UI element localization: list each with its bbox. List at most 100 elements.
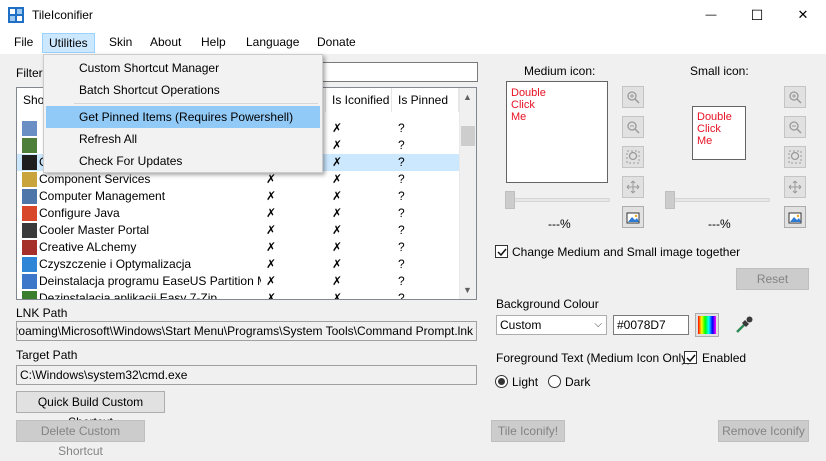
app-icon[interactable] bbox=[8, 7, 24, 23]
list-row-is-iconified: ✗ bbox=[332, 121, 343, 135]
list-row-is-iconified: ✗ bbox=[332, 223, 343, 237]
scroll-thumb[interactable] bbox=[461, 126, 475, 146]
list-row-iconified-mark: ✗ bbox=[266, 291, 277, 300]
list-row[interactable]: Configure Java ✗ ✗? bbox=[17, 205, 459, 222]
column-header-is-iconified[interactable]: Is Iconified bbox=[326, 88, 392, 112]
medium-zoom-slider-thumb[interactable] bbox=[505, 191, 515, 209]
maximize-button[interactable]: ☐ bbox=[734, 0, 780, 30]
list-row-is-pinned: ? bbox=[398, 223, 405, 237]
list-row-is-pinned: ? bbox=[398, 138, 405, 152]
change-together-label[interactable]: Change Medium and Small image together bbox=[512, 245, 740, 259]
menu-file[interactable]: File bbox=[8, 33, 39, 53]
list-row-iconified-mark: ✗ bbox=[266, 189, 277, 203]
list-row-is-iconified: ✗ bbox=[332, 291, 343, 300]
small-icon-label: Small icon: bbox=[690, 64, 749, 78]
menu-language[interactable]: Language bbox=[240, 33, 305, 53]
list-row-is-pinned: ? bbox=[398, 206, 405, 220]
zoom-fit-icon bbox=[788, 150, 802, 164]
medium-zoom-out-button[interactable] bbox=[622, 116, 644, 138]
list-row[interactable]: Component Services ✗ ✗? bbox=[17, 171, 459, 188]
foreground-light-radio[interactable] bbox=[495, 375, 508, 388]
scroll-down-icon[interactable]: ▼ bbox=[463, 285, 472, 295]
list-row-name: Dezinstalacja aplikacji Easy 7-Zip bbox=[39, 291, 218, 300]
small-zoom-slider-thumb[interactable] bbox=[665, 191, 675, 209]
list-row-is-pinned: ? bbox=[398, 274, 405, 288]
zoom-in-icon bbox=[789, 91, 802, 104]
medium-zoom-percent: ---% bbox=[548, 217, 571, 231]
menu-item-batch-shortcut-operations[interactable]: Batch Shortcut Operations bbox=[46, 79, 320, 101]
creative-alchemy-icon bbox=[22, 240, 37, 255]
medium-zoom-fit-button[interactable] bbox=[622, 146, 644, 168]
foreground-light-label[interactable]: Light bbox=[512, 375, 538, 389]
menu-item-check-for-updates[interactable]: Check For Updates bbox=[46, 150, 320, 172]
zoom-out-icon bbox=[789, 121, 802, 134]
foreground-enabled-checkbox[interactable] bbox=[684, 351, 697, 364]
list-row-is-iconified: ✗ bbox=[332, 172, 343, 186]
small-zoom-fit-button[interactable] bbox=[784, 146, 806, 168]
move-icon bbox=[788, 180, 802, 194]
list-row-iconified-mark: ✗ bbox=[266, 257, 277, 271]
list-row-name: Computer Management bbox=[39, 189, 166, 203]
list-row-name: Cooler Master Portal bbox=[39, 223, 150, 237]
small-icon-preview[interactable]: Double Click Me bbox=[692, 106, 746, 160]
list-vertical-scrollbar[interactable]: ▲ ▼ bbox=[459, 88, 476, 299]
medium-zoom-slider-track[interactable] bbox=[510, 198, 610, 202]
medium-center-button[interactable] bbox=[622, 176, 644, 198]
background-colour-label: Background Colour bbox=[496, 297, 599, 311]
menu-skin[interactable]: Skin bbox=[103, 33, 138, 53]
menu-item-refresh-all[interactable]: Refresh All bbox=[46, 128, 320, 150]
background-colour-select[interactable]: Custom ⌵ bbox=[496, 315, 607, 335]
menu-item-custom-shortcut-manager[interactable]: Custom Shortcut Manager bbox=[46, 57, 320, 79]
small-zoom-in-button[interactable] bbox=[784, 86, 806, 108]
menu-utilities[interactable]: Utilities bbox=[42, 33, 95, 53]
scroll-up-icon[interactable]: ▲ bbox=[463, 92, 472, 102]
lnk-path-field[interactable]: ppData\Roaming\Microsoft\Windows\Start M… bbox=[16, 321, 477, 341]
minimize-button[interactable]: — bbox=[688, 0, 734, 30]
foreground-enabled-label[interactable]: Enabled bbox=[702, 351, 746, 365]
list-row[interactable]: Creative ALchemy ✗ ✗? bbox=[17, 239, 459, 256]
list-row[interactable]: Dezinstalacja aplikacji Easy 7-Zip ✗ ✗? bbox=[17, 290, 459, 300]
change-together-checkbox[interactable] bbox=[495, 245, 508, 258]
cleanup-icon bbox=[22, 257, 37, 272]
foreground-dark-label[interactable]: Dark bbox=[565, 375, 590, 389]
target-path-field[interactable]: C:\Windows\system32\cmd.exe bbox=[16, 365, 477, 385]
small-image-button[interactable] bbox=[784, 206, 806, 228]
list-row-name: Czyszczenie i Optymalizacja bbox=[39, 257, 192, 271]
small-zoom-slider-track[interactable] bbox=[670, 198, 770, 202]
small-center-button[interactable] bbox=[784, 176, 806, 198]
command-prompt-icon bbox=[22, 155, 37, 170]
app-icon bbox=[22, 138, 37, 153]
background-hex-input[interactable]: #0078D7 bbox=[613, 315, 689, 335]
remove-iconify-button[interactable]: Remove Iconify bbox=[718, 420, 809, 442]
medium-icon-preview[interactable]: Double Click Me bbox=[506, 81, 608, 183]
tile-iconify-button[interactable]: Tile Iconify! bbox=[491, 420, 565, 442]
quick-build-button[interactable]: Quick Build Custom Shortcut bbox=[16, 391, 165, 429]
reset-button[interactable]: Reset bbox=[736, 268, 809, 290]
list-row[interactable]: Deinstalacja programu EaseUS Partition M… bbox=[17, 273, 459, 290]
menu-donate[interactable]: Donate bbox=[311, 33, 362, 53]
list-row-is-pinned: ? bbox=[398, 240, 405, 254]
medium-image-button[interactable] bbox=[622, 206, 644, 228]
column-header-is-pinned[interactable]: Is Pinned bbox=[392, 88, 459, 112]
list-row-iconified-mark: ✗ bbox=[266, 240, 277, 254]
foreground-dark-radio[interactable] bbox=[548, 375, 561, 388]
delete-custom-shortcut-button[interactable]: Delete Custom Shortcut bbox=[16, 420, 145, 458]
filter-label: Filter bbox=[16, 66, 43, 80]
close-button[interactable]: ✕ bbox=[780, 0, 826, 30]
menu-about[interactable]: About bbox=[144, 33, 187, 53]
medium-icon-label: Medium icon: bbox=[524, 64, 596, 78]
menu-help[interactable]: Help bbox=[195, 33, 232, 53]
component-services-icon bbox=[22, 172, 37, 187]
filter-input[interactable] bbox=[320, 62, 478, 82]
list-row[interactable]: Czyszczenie i Optymalizacja ✗ ✗? bbox=[17, 256, 459, 273]
cooler-master-icon bbox=[22, 223, 37, 238]
radio-selected-dot bbox=[498, 378, 505, 385]
list-row[interactable]: Computer Management ✗ ✗? bbox=[17, 188, 459, 205]
colour-picker-button[interactable] bbox=[695, 313, 719, 337]
menu-item-get-pinned-items[interactable]: Get Pinned Items (Requires Powershell) bbox=[46, 106, 320, 128]
list-row[interactable]: Cooler Master Portal ✗ ✗? bbox=[17, 222, 459, 239]
eyedropper-button[interactable] bbox=[733, 314, 755, 336]
list-row-is-iconified: ✗ bbox=[332, 206, 343, 220]
small-zoom-out-button[interactable] bbox=[784, 116, 806, 138]
medium-zoom-in-button[interactable] bbox=[622, 86, 644, 108]
